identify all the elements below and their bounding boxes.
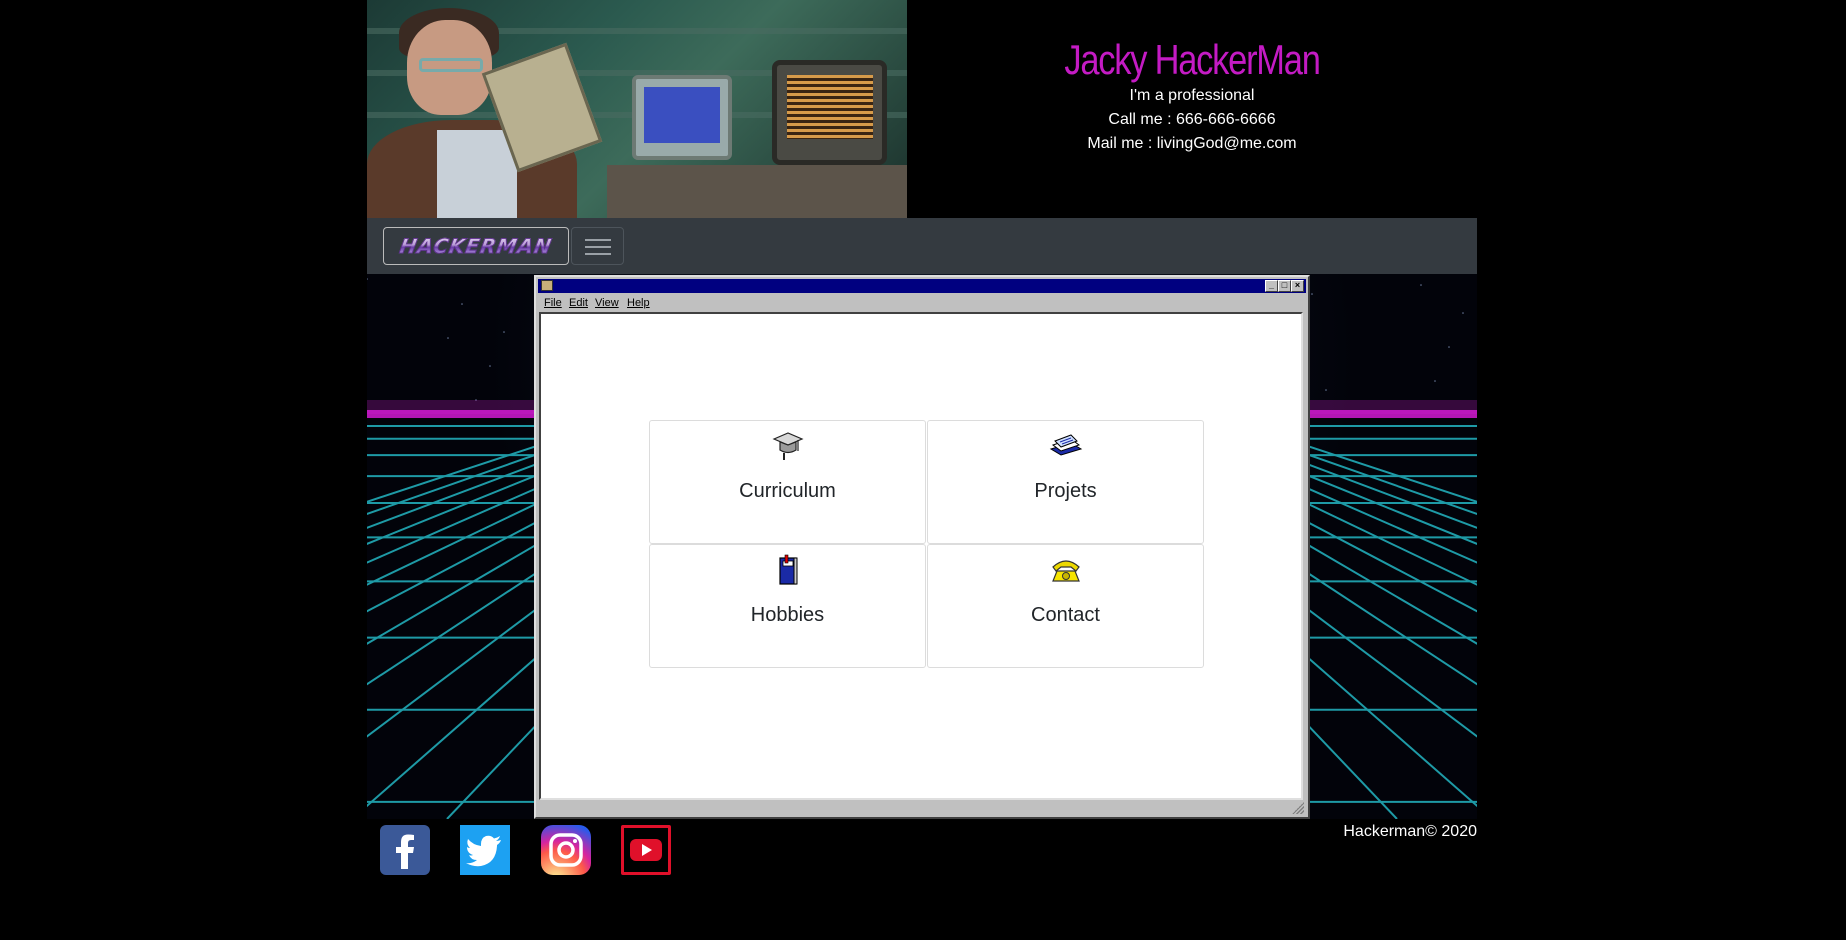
stack-of-papers-icon bbox=[1049, 434, 1082, 456]
close-button[interactable]: × bbox=[1291, 280, 1304, 292]
nav-cards: Curriculum Projets Hobbies Contact bbox=[649, 420, 1205, 668]
brand-text: HACKERMAN bbox=[397, 234, 555, 259]
menu-file[interactable]: File bbox=[544, 297, 562, 309]
window-content: Curriculum Projets Hobbies Contact bbox=[539, 312, 1303, 800]
window-menubar: File Edit View Help bbox=[538, 295, 1306, 311]
star bbox=[1325, 389, 1327, 391]
page: Jacky HackerMan I'm a professional Call … bbox=[0, 0, 1846, 940]
folder-icon bbox=[541, 280, 553, 291]
instagram-icon bbox=[549, 833, 583, 867]
header: Jacky HackerMan I'm a professional Call … bbox=[367, 0, 1477, 218]
star bbox=[1420, 284, 1422, 286]
card-label: Hobbies bbox=[750, 604, 825, 626]
telephone-icon bbox=[1051, 560, 1080, 582]
star bbox=[1311, 293, 1313, 295]
book-icon bbox=[778, 554, 797, 585]
card-label: Curriculum bbox=[739, 480, 836, 502]
twitter-link[interactable] bbox=[460, 825, 510, 875]
card-curriculum[interactable]: Curriculum bbox=[649, 420, 926, 544]
profile-phone: Call me : 666-666-6666 bbox=[1108, 111, 1276, 128]
menu-edit[interactable]: Edit bbox=[569, 297, 588, 309]
retro-window: _ □ × File Edit View Help Curriculum Pro… bbox=[534, 275, 1310, 819]
profile-email: Mail me : livingGod@me.com bbox=[1087, 135, 1297, 152]
profile-photo bbox=[367, 0, 907, 218]
star bbox=[1462, 312, 1464, 314]
copyright-text: Hackerman© 2020 bbox=[1343, 823, 1477, 840]
navbar: HACKERMAN bbox=[367, 218, 1477, 274]
profile-name: Jacky HackerMan bbox=[1064, 36, 1320, 83]
window-titlebar[interactable]: _ □ × bbox=[538, 279, 1306, 293]
star bbox=[367, 278, 368, 280]
minimize-button[interactable]: _ bbox=[1265, 280, 1278, 292]
navbar-toggle-button[interactable] bbox=[571, 227, 624, 265]
instagram-link[interactable] bbox=[541, 825, 591, 875]
card-projets[interactable]: Projets bbox=[927, 420, 1204, 544]
star bbox=[503, 331, 505, 333]
star bbox=[489, 365, 491, 367]
facebook-link[interactable] bbox=[380, 825, 430, 875]
menu-help[interactable]: Help bbox=[627, 297, 650, 309]
resize-grip-icon[interactable] bbox=[1292, 802, 1304, 814]
card-contact[interactable]: Contact bbox=[927, 544, 1204, 668]
menu-view[interactable]: View bbox=[595, 297, 619, 309]
profile-tagline: I'm a professional bbox=[1129, 87, 1255, 104]
window-statusbar bbox=[538, 802, 1306, 816]
star bbox=[1434, 380, 1436, 382]
card-label: Projets bbox=[1034, 480, 1097, 502]
profile-info: Jacky HackerMan I'm a professional Call … bbox=[907, 0, 1477, 218]
graduation-cap-icon bbox=[771, 432, 804, 460]
star bbox=[461, 303, 463, 305]
star bbox=[1448, 346, 1450, 348]
star bbox=[447, 337, 449, 339]
twitter-icon bbox=[466, 835, 501, 867]
facebook-icon bbox=[396, 834, 414, 869]
card-label: Contact bbox=[1031, 604, 1100, 626]
youtube-icon bbox=[630, 839, 662, 861]
card-hobbies[interactable]: Hobbies bbox=[649, 544, 926, 668]
maximize-button[interactable]: □ bbox=[1278, 280, 1291, 292]
brand-logo[interactable]: HACKERMAN bbox=[383, 227, 569, 265]
youtube-link[interactable] bbox=[621, 825, 671, 875]
